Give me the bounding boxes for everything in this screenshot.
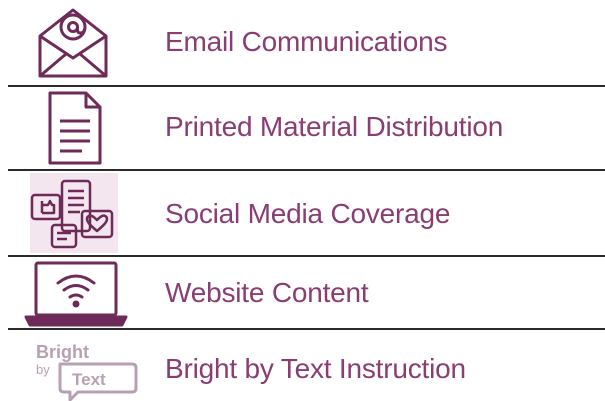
list-item-bright-by-text: Bright by Text Bright by Text Instructio… [0, 330, 605, 401]
laptop-wifi-icon [24, 257, 128, 329]
logo-word-text: Text [72, 370, 106, 389]
bright-by-text-logo: Bright by Text [34, 330, 138, 401]
list-item-website: Website Content [0, 257, 605, 329]
list-item-printed-material: Printed Material Distribution [0, 87, 605, 169]
social-media-icon [24, 171, 120, 255]
document-icon [40, 87, 110, 169]
item-label-printed-material: Printed Material Distribution [165, 111, 504, 142]
list-item-social-media: Social Media Coverage [0, 171, 605, 255]
logo-word-by: by [36, 362, 50, 377]
email-envelope-icon [30, 0, 116, 86]
item-label-bright-by-text: Bright by Text Instruction [165, 353, 466, 384]
item-label-email: Email Communications [165, 26, 448, 57]
list-item-email: Email Communications [0, 0, 605, 86]
item-label-website: Website Content [165, 277, 369, 308]
communication-channels-list: Email Communications Printed Material Di… [0, 0, 605, 401]
item-label-social-media: Social Media Coverage [165, 198, 451, 229]
logo-word-bright: Bright [36, 342, 89, 362]
